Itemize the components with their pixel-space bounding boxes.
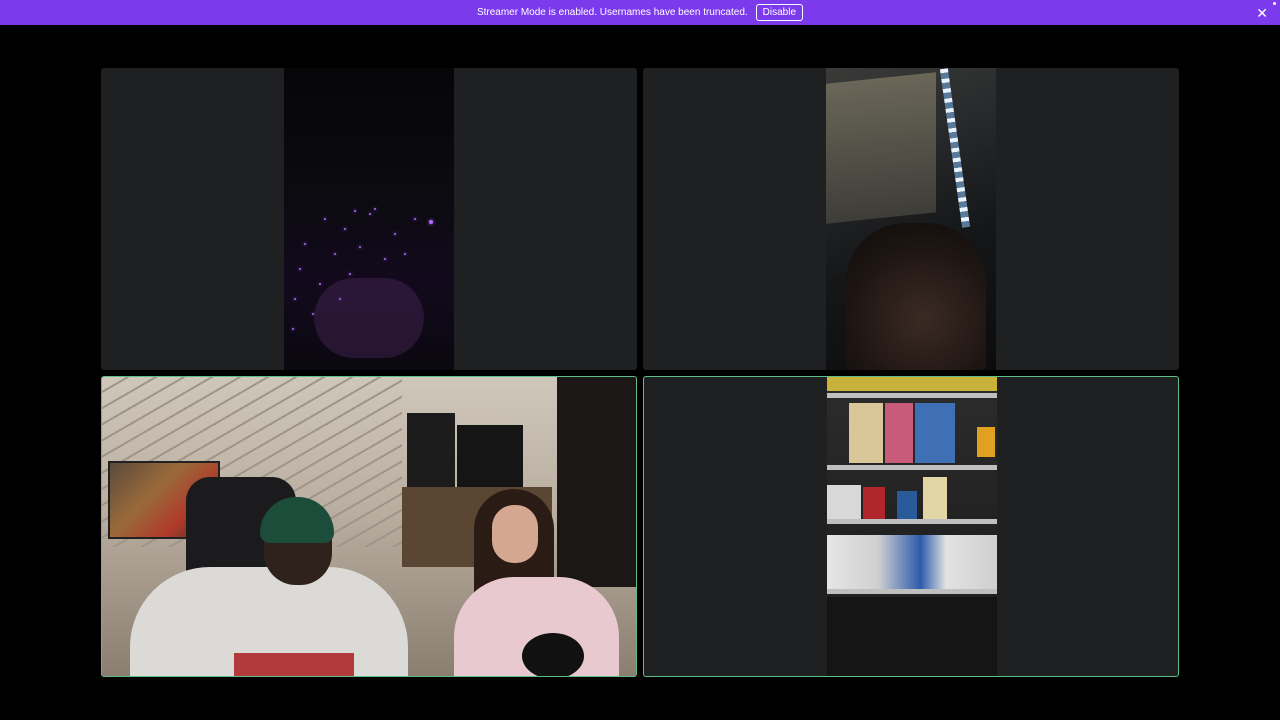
disable-streamer-mode-button[interactable]: Disable	[755, 4, 804, 21]
close-icon[interactable]: ✕	[1256, 5, 1268, 22]
notification-dot-icon	[1273, 2, 1276, 5]
video-tile-participant-3[interactable]	[101, 376, 637, 677]
video-feed	[827, 377, 997, 676]
video-feed	[284, 68, 454, 370]
streamer-mode-banner: Streamer Mode is enabled. Usernames have…	[0, 0, 1280, 25]
streamer-mode-message: Streamer Mode is enabled. Usernames have…	[476, 7, 748, 18]
video-tile-participant-4[interactable]	[643, 376, 1179, 677]
video-tile-participant-1[interactable]	[101, 68, 637, 370]
video-feed	[102, 377, 636, 676]
video-feed	[826, 68, 996, 370]
video-tile-participant-2[interactable]	[643, 68, 1179, 370]
